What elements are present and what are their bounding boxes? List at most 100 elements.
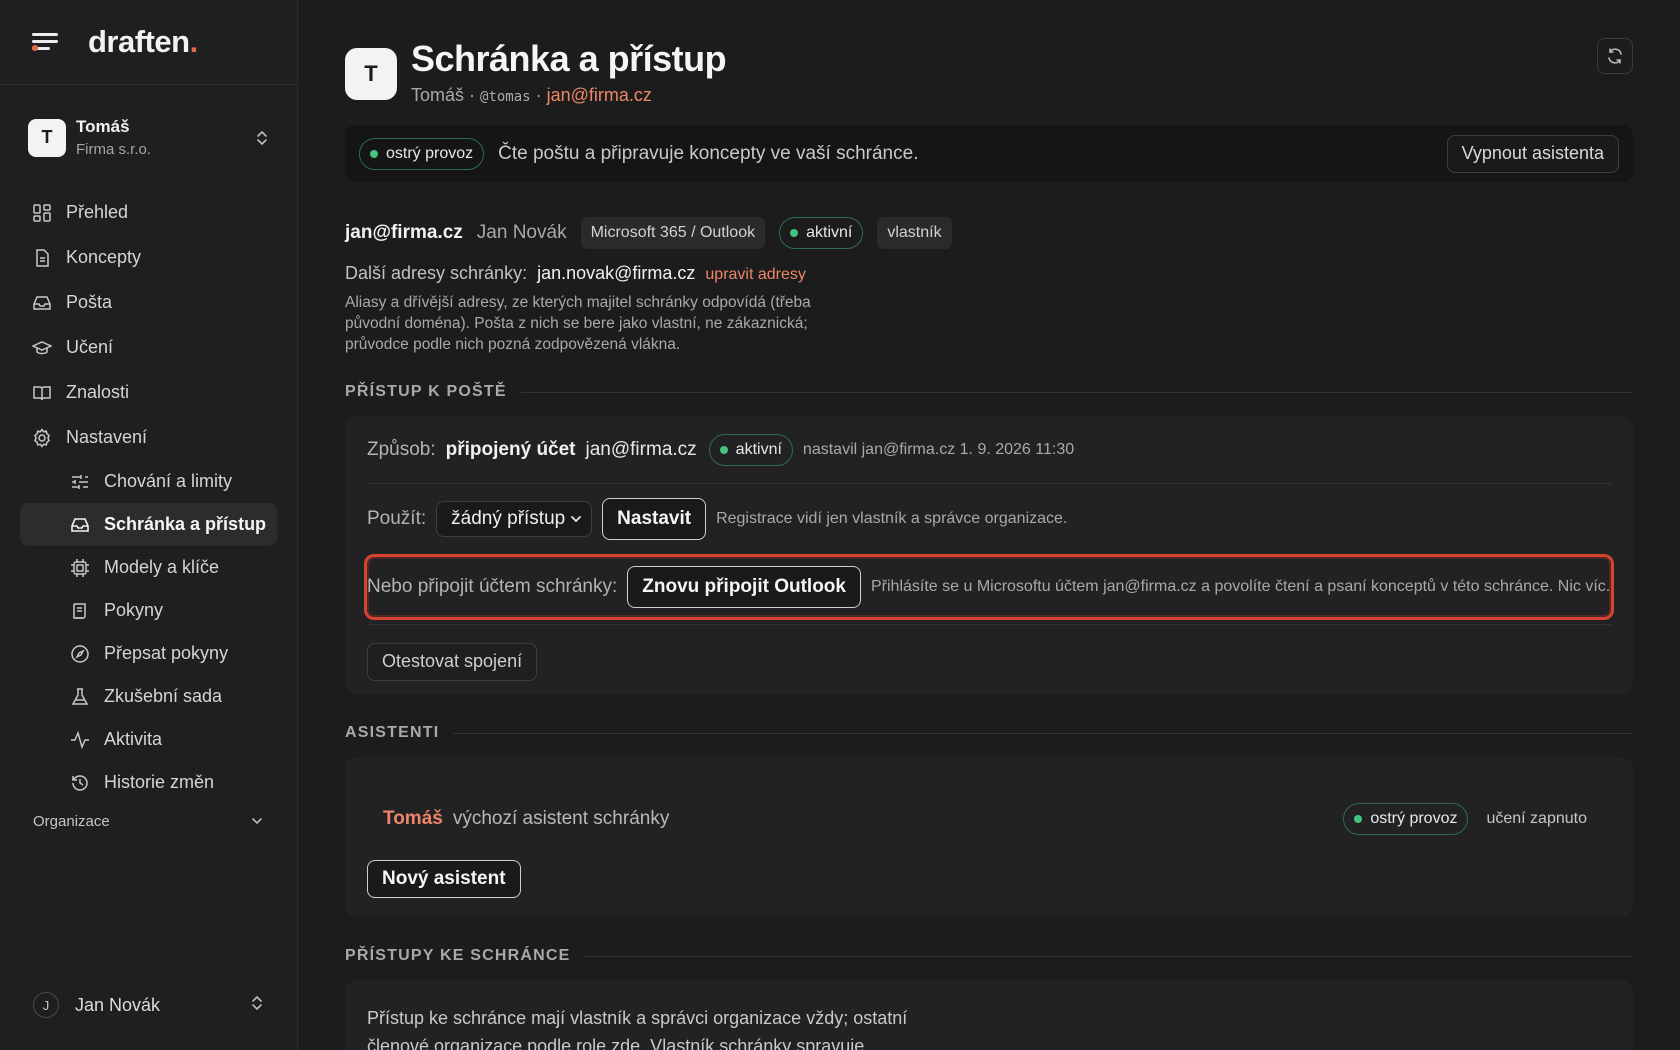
set-access-button[interactable]: Nastavit	[602, 498, 707, 540]
learning-status: učení zapnuto	[1486, 810, 1587, 827]
main-nav: Přehled Koncepty Pošta Učení Znalosti Na…	[0, 190, 297, 804]
nav-label: Aktivita	[104, 729, 163, 749]
assistants-card: Tomáš výchozí asistent schránky ostrý pr…	[345, 757, 1633, 917]
page-title: Schránka a přístup	[411, 38, 727, 79]
refresh-icon	[1608, 48, 1622, 64]
access-method-row: Způsob: připojený účet jan@firma.cz akti…	[367, 416, 1611, 484]
account-switcher[interactable]: T Tomáš Firma s.r.o.	[0, 85, 297, 190]
section-mailbox-access: PŘÍSTUPY KE SCHRÁNCE	[345, 947, 1633, 965]
document-icon	[36, 248, 49, 267]
nav-label: Schránka a přístup	[104, 514, 267, 534]
nav-item-models[interactable]: Modely a klíče	[20, 546, 277, 589]
alias-label: Další adresy schránky:	[345, 263, 528, 283]
nav-item-rewrite[interactable]: Přepsat pokyny	[20, 632, 277, 675]
reconnect-outlook-button[interactable]: Znovu připojit Outlook	[627, 566, 861, 608]
use-hint: Registrace vidí jen vlastník a správce o…	[716, 510, 1068, 527]
nav-label: Nastavení	[66, 427, 148, 447]
nav-label: Učení	[66, 337, 114, 357]
main-content: T Schránka a přístup Tomáš · @tomas · ja…	[345, 0, 1633, 1050]
nav-item-testset[interactable]: Zkušební sada	[20, 675, 277, 718]
assistant-avatar: T	[345, 48, 397, 100]
nav-label: Historie změn	[104, 772, 215, 792]
nav-item-learning[interactable]: Učení	[20, 325, 277, 370]
inbox-icon	[33, 295, 51, 310]
logo-row: draften.	[0, 0, 297, 85]
chevrons-up-down-icon	[255, 129, 269, 147]
header-email-link[interactable]: jan@firma.cz	[547, 85, 652, 105]
nav-item-mailbox[interactable]: Schránka a přístup	[20, 503, 277, 546]
nav-item-history[interactable]: Historie změn	[20, 761, 277, 804]
access-select[interactable]: žádný přístup	[436, 501, 593, 537]
assistant-status-badge: ostrý provoz	[1343, 803, 1469, 835]
organization-label: Organizace	[33, 812, 110, 830]
alias-description: Aliasy a dřívější adresy, ze kterých maj…	[345, 294, 811, 353]
nav-item-behavior[interactable]: Chování a limity	[20, 460, 277, 503]
disable-assistant-button[interactable]: Vypnout asistenta	[1446, 134, 1619, 173]
assistant-row[interactable]: Tomáš výchozí asistent schránky ostrý pr…	[383, 802, 1587, 836]
compass-icon	[71, 644, 89, 663]
method-label: Způsob:	[367, 438, 436, 460]
scroll-icon	[73, 602, 86, 619]
nav-item-mail[interactable]: Pošta	[20, 280, 277, 325]
sidebar: draften. T Tomáš Firma s.r.o. Přehled Ko…	[0, 0, 298, 1050]
method-value: připojený účet	[445, 438, 576, 460]
section-assistants: ASISTENTI	[345, 724, 1633, 742]
alias-value: jan.novak@firma.cz	[537, 263, 696, 283]
assistant-name[interactable]: Tomáš	[383, 808, 443, 830]
method-state-badge: aktivní	[708, 433, 793, 466]
test-connection-button[interactable]: Otestovat spojení	[367, 642, 538, 681]
flask-icon	[71, 687, 89, 705]
mailbox-access-card: Přístup ke schránce mají vlastník a sprá…	[345, 980, 1633, 1050]
assistant-status-bar: ostrý provoz Čte poštu a připravuje konc…	[345, 125, 1633, 182]
connect-label: Nebo připojit účtem schránky:	[367, 576, 618, 597]
mailbox-access-text: Přístup ke schránce mají vlastník a sprá…	[367, 1008, 908, 1050]
method-meta: nastavil jan@firma.cz 1. 9. 2026 11:30	[802, 440, 1075, 458]
nav-label: Přepsat pokyny	[104, 643, 229, 663]
user-menu[interactable]: J Jan Novák	[33, 992, 264, 1018]
nav-item-overview[interactable]: Přehled	[20, 190, 277, 235]
menu-icon[interactable]	[32, 31, 60, 53]
nav-label: Pošta	[66, 292, 113, 312]
nav-item-knowledge[interactable]: Znalosti	[20, 370, 277, 415]
mailbox-email: jan@firma.cz	[345, 222, 463, 243]
brand-logo[interactable]: draften.	[88, 24, 198, 60]
status-badge: ostrý provoz	[359, 137, 485, 170]
page-subtitle: Tomáš · @tomas · jan@firma.cz	[411, 85, 652, 105]
new-assistant-button[interactable]: Nový asistent	[367, 860, 521, 898]
grid-icon	[33, 203, 51, 222]
nav-label: Modely a klíče	[104, 557, 220, 577]
graduation-cap-icon	[32, 340, 52, 354]
role-tag: vlastník	[877, 217, 952, 249]
mailbox-owner: Jan Novák	[476, 222, 567, 243]
mail-access-card: Způsob: připojený účet jan@firma.cz akti…	[345, 416, 1633, 694]
organization-toggle[interactable]: Organizace	[33, 810, 264, 832]
access-use-row: Použít: žádný přístup Nastavit Registrac…	[367, 484, 1611, 554]
nav-item-activity[interactable]: Aktivita	[20, 718, 277, 761]
nav-item-instructions[interactable]: Pokyny	[20, 589, 277, 632]
nav-label: Přehled	[66, 202, 129, 222]
account-org: Firma s.r.o.	[76, 141, 152, 158]
alias-row: Další adresy schránky: jan.novak@firma.c…	[345, 263, 1633, 284]
sliders-icon	[72, 474, 88, 489]
mailbox-state-badge: aktivní	[779, 217, 864, 249]
connect-hint: Přihlásíte se u Microsoftu účtem jan@fir…	[870, 578, 1611, 595]
activity-icon	[71, 730, 89, 749]
user-name: Jan Novák	[75, 994, 161, 1015]
inbox-icon	[71, 517, 89, 532]
account-name: Tomáš	[76, 117, 130, 136]
nav-label: Znalosti	[66, 382, 130, 402]
nav-label: Chování a limity	[104, 471, 233, 491]
user-avatar: J	[33, 992, 59, 1018]
edit-addresses-link[interactable]: upravit adresy	[705, 266, 806, 284]
account-avatar: T	[28, 118, 66, 157]
nav-item-settings[interactable]: Nastavení	[20, 415, 277, 460]
nav-label: Pokyny	[104, 600, 164, 620]
nav-item-drafts[interactable]: Koncepty	[20, 235, 277, 280]
mailbox-summary: jan@firma.cz Jan Novák Microsoft 365 / O…	[345, 215, 1633, 251]
reconnect-row: Nebo připojit účtem schránky: Znovu přip…	[364, 554, 1614, 620]
use-label: Použít:	[367, 508, 427, 529]
refresh-button[interactable]	[1597, 38, 1633, 74]
gear-icon	[33, 427, 51, 448]
method-email: jan@firma.cz	[585, 438, 697, 460]
nav-label: Zkušební sada	[104, 686, 223, 706]
